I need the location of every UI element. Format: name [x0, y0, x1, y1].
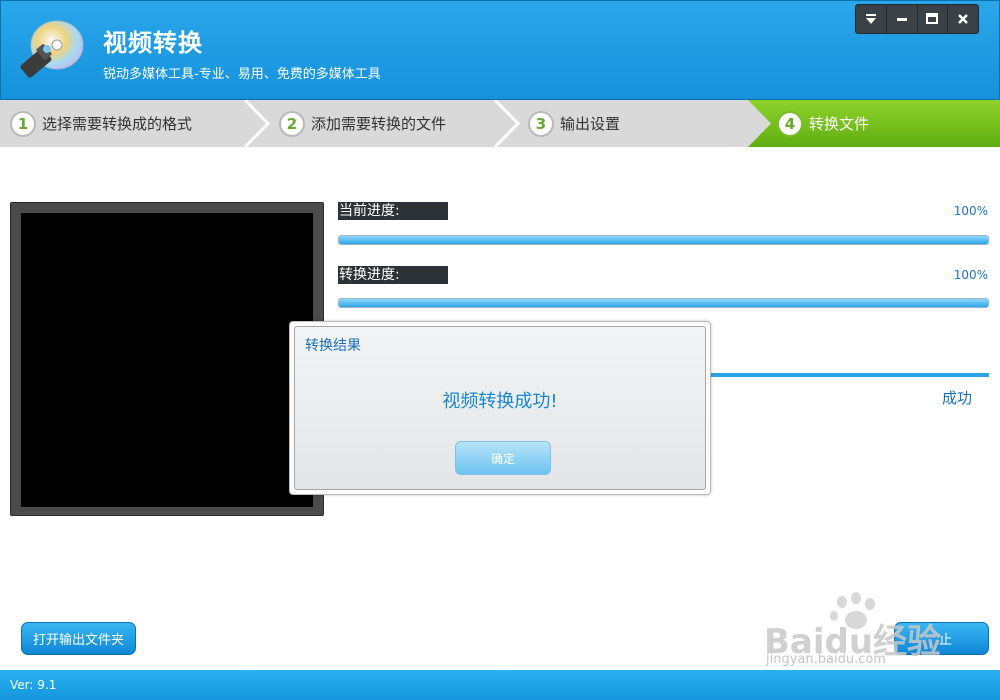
baidu-watermark: Baidu经验 jingyan.baidu.com	[760, 592, 970, 670]
maximize-icon	[926, 13, 939, 24]
app-subtitle: 锐动多媒体工具-专业、易用、免费的多媒体工具	[103, 67, 381, 82]
video-preview-screen	[21, 213, 313, 507]
step-number: 2	[279, 110, 305, 137]
menu-dropdown-icon	[865, 14, 876, 24]
close-icon	[958, 14, 969, 24]
current-progress-bar	[338, 235, 989, 245]
step-number: 3	[528, 110, 554, 137]
file-status: 成功	[942, 389, 973, 407]
maximize-button[interactable]	[918, 5, 949, 33]
minimize-icon	[896, 18, 907, 21]
step-3[interactable]: 3 输出设置	[528, 100, 620, 147]
step-2[interactable]: 2 添加需要转换的文件	[279, 100, 446, 147]
step-number: 1	[10, 110, 36, 137]
window-controls	[855, 4, 979, 34]
dialog-title: 转换结果	[305, 338, 361, 354]
app-title: 视频转换	[103, 29, 203, 57]
current-progress-label: 当前进度:	[338, 202, 448, 220]
current-progress-fill	[339, 236, 988, 244]
menu-dropdown-button[interactable]	[856, 5, 887, 33]
video-preview	[10, 202, 324, 516]
convert-progress-label: 转换进度:	[338, 266, 448, 284]
conversion-result-dialog: 转换结果 视频转换成功! 确定	[289, 321, 711, 495]
ok-button[interactable]: 确定	[455, 441, 551, 475]
convert-progress-fill	[339, 299, 988, 307]
step-4[interactable]: 4 转换文件	[777, 100, 869, 147]
convert-progress-percent: 100%	[953, 268, 988, 282]
minimize-button[interactable]	[887, 5, 918, 33]
step-number: 4	[777, 110, 803, 137]
watermark-url: jingyan.baidu.com	[766, 652, 886, 667]
file-list-header-line	[700, 373, 989, 377]
convert-progress-bar	[338, 298, 989, 308]
step-label: 输出设置	[560, 115, 621, 133]
step-label: 选择需要转换成的格式	[42, 115, 193, 133]
steps-bar: 1 选择需要转换成的格式 2 添加需要转换的文件 3 输出设置 4 转换文件	[0, 100, 1000, 147]
video-converter-logo-icon	[20, 20, 84, 78]
current-progress-percent: 100%	[953, 204, 988, 218]
dialog-message: 视频转换成功!	[442, 391, 558, 412]
step-label: 转换文件	[809, 115, 870, 133]
step-1[interactable]: 1 选择需要转换成的格式	[10, 100, 192, 147]
title-bar: 视频转换 锐动多媒体工具-专业、易用、免费的多媒体工具	[0, 0, 1000, 100]
status-bar: Ver: 9.1	[0, 670, 1000, 700]
step-label: 添加需要转换的文件	[311, 115, 447, 133]
close-button[interactable]	[948, 5, 978, 33]
open-output-folder-button[interactable]: 打开输出文件夹	[21, 622, 136, 655]
version-label: Ver: 9.1	[10, 678, 57, 692]
dialog-body: 转换结果 视频转换成功! 确定	[294, 326, 706, 490]
